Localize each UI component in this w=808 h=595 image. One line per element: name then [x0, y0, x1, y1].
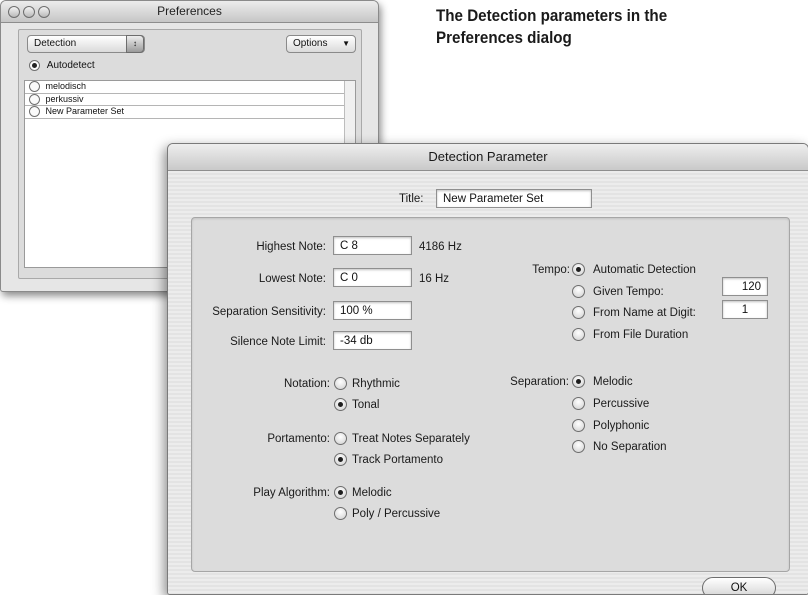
tempo-given-radio[interactable] — [572, 285, 585, 298]
silence-note-limit-label: Silence Note Limit: — [230, 336, 326, 348]
options-popup-label: Options — [293, 38, 328, 49]
separation-none-label: No Separation — [593, 441, 667, 453]
list-item-radio[interactable] — [29, 106, 40, 118]
highest-note-field[interactable]: C 8 — [333, 236, 412, 255]
caption-line-2: Preferences dialog — [436, 29, 572, 47]
list-item[interactable]: melodisch — [25, 81, 355, 94]
lowest-note-field[interactable]: C 0 — [333, 268, 412, 287]
detection-parameter-dialog: Detection Parameter Title: New Parameter… — [167, 143, 808, 595]
separation-melodic-radio[interactable] — [572, 375, 585, 388]
caption-line-1: The Detection parameters in the — [436, 7, 668, 25]
tempo-from-file-duration-label: From File Duration — [593, 329, 689, 341]
portamento-treat-separately-radio[interactable] — [334, 432, 347, 445]
play-algorithm-melodic-radio[interactable] — [334, 486, 347, 499]
options-popup[interactable]: Options ▼ — [286, 35, 356, 53]
preferences-titlebar: Preferences — [1, 1, 378, 23]
list-item[interactable]: perkussiv — [25, 93, 355, 106]
list-item-label: melodisch — [45, 81, 87, 91]
preferences-title: Preferences — [157, 4, 222, 18]
list-item-radio[interactable] — [29, 93, 40, 105]
title-field-label: Title: — [399, 193, 424, 205]
notation-tonal-label: Tonal — [352, 399, 380, 411]
separation-percussive-radio[interactable] — [572, 397, 585, 410]
lowest-note-label: Lowest Note: — [258, 273, 326, 285]
notation-tonal-radio[interactable] — [334, 398, 347, 411]
notation-label: Notation: — [283, 378, 330, 390]
separation-sensitivity-label: Separation Sensitivity: — [212, 306, 326, 318]
portamento-track-radio[interactable] — [334, 453, 347, 466]
chevron-down-icon: ▼ — [342, 39, 350, 48]
zoom-window-icon[interactable] — [38, 6, 50, 18]
figure-caption: The Detection parameters in the Preferen… — [436, 5, 740, 49]
silence-note-limit-field[interactable]: -34 db — [333, 331, 412, 350]
minimize-window-icon[interactable] — [23, 6, 35, 18]
separation-sensitivity-field[interactable]: 100 % — [333, 301, 412, 320]
separation-percussive-label: Percussive — [593, 398, 650, 410]
portamento-track-label: Track Portamento — [352, 454, 443, 466]
separation-melodic-label: Melodic — [593, 376, 633, 388]
list-item[interactable]: New Parameter Set — [25, 106, 355, 119]
ok-button[interactable]: OK — [702, 577, 776, 594]
tempo-from-name-radio[interactable] — [572, 306, 585, 319]
play-algorithm-poly-radio[interactable] — [334, 507, 347, 520]
title-field[interactable]: New Parameter Set — [436, 189, 592, 208]
highest-note-hz: 4186 Hz — [419, 241, 462, 253]
lowest-note-hz: 16 Hz — [419, 273, 450, 285]
autodetect-label: Autodetect — [46, 60, 95, 72]
given-tempo-field[interactable]: 120 — [722, 277, 768, 296]
close-window-icon[interactable] — [8, 6, 20, 18]
portamento-label: Portamento: — [267, 433, 330, 445]
tempo-label: Tempo: — [532, 264, 570, 276]
notation-rhythmic-label: Rhythmic — [352, 378, 400, 390]
tempo-from-name-label: From Name at Digit: — [593, 307, 696, 319]
autodetect-option[interactable]: Autodetect — [29, 60, 95, 71]
dialog-body: Title: New Parameter Set Highest Note: C… — [168, 171, 808, 594]
play-algorithm-poly-label: Poly / Percussive — [352, 508, 441, 520]
separation-none-radio[interactable] — [572, 440, 585, 453]
category-popup[interactable]: Detection ↕ — [27, 35, 145, 53]
play-algorithm-label: Play Algorithm: — [253, 487, 330, 499]
updown-arrows-icon: ↕ — [126, 35, 144, 53]
separation-polyphonic-label: Polyphonic — [593, 420, 650, 432]
list-item-label: New Parameter Set — [45, 106, 125, 116]
tempo-automatic-label: Automatic Detection — [593, 264, 696, 276]
tempo-given-label: Given Tempo: — [593, 286, 664, 298]
play-algorithm-melodic-label: Melodic — [352, 487, 392, 499]
dialog-title: Detection Parameter — [168, 144, 808, 171]
digit-field[interactable]: 1 — [722, 300, 768, 319]
separation-polyphonic-radio[interactable] — [572, 419, 585, 432]
autodetect-radio[interactable] — [29, 60, 40, 71]
notation-rhythmic-radio[interactable] — [334, 377, 347, 390]
tempo-automatic-radio[interactable] — [572, 263, 585, 276]
highest-note-label: Highest Note: — [256, 241, 326, 253]
category-popup-label: Detection — [34, 38, 77, 49]
list-item-radio[interactable] — [29, 81, 40, 93]
list-item-label: perkussiv — [45, 93, 84, 104]
parameter-group-box — [191, 217, 790, 572]
separation-label: Separation: — [510, 376, 569, 388]
portamento-treat-separately-label: Treat Notes Separately — [352, 433, 470, 445]
tempo-from-file-duration-radio[interactable] — [572, 328, 585, 341]
